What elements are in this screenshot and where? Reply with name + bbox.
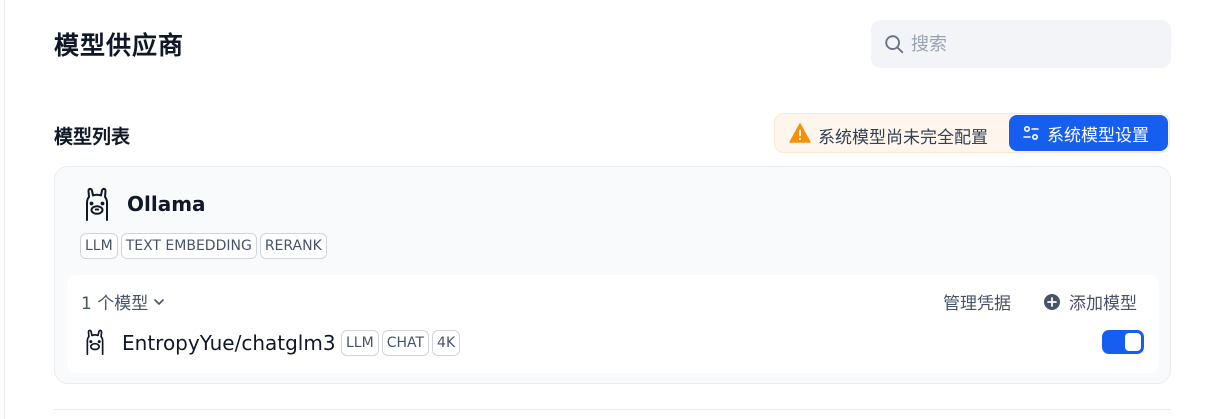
system-model-settings-button[interactable]: 系统模型设置 bbox=[1009, 115, 1168, 151]
section-divider bbox=[54, 409, 1171, 410]
plus-circle-icon bbox=[1044, 293, 1060, 310]
provider-tag-rerank: RERANK bbox=[259, 233, 327, 259]
provider-tag-text-embedding: TEXT EMBEDDING bbox=[120, 233, 257, 259]
model-tag-chat: CHAT bbox=[381, 330, 430, 356]
system-model-settings-label: 系统模型设置 bbox=[1047, 125, 1149, 146]
model-count-toggle[interactable]: 1 个模型 bbox=[81, 289, 166, 314]
model-provider-page: 模型供应商 模型列表 系统模型尚未完全配置 系统模型设置 bbox=[4, 0, 1221, 419]
warning-text: 系统模型尚未完全配置 bbox=[818, 128, 988, 148]
ollama-logo-icon bbox=[86, 187, 108, 221]
provider-tags: LLM TEXT EMBEDDING RERANK bbox=[80, 233, 327, 259]
ollama-model-icon bbox=[86, 329, 104, 356]
model-list-title: 模型列表 bbox=[54, 126, 131, 148]
provider-card-ollama: Ollama LLM TEXT EMBEDDING RERANK 1 个模型 管… bbox=[54, 166, 1171, 384]
manage-credentials-button[interactable]: 管理凭据 bbox=[943, 289, 1011, 314]
provider-models-panel: 1 个模型 管理凭据 添加模型 EntropyYue/chatglm3 LLM … bbox=[67, 275, 1159, 373]
add-model-button[interactable]: 添加模型 bbox=[1043, 289, 1137, 314]
model-tags: LLM CHAT 4K bbox=[341, 330, 461, 356]
provider-tag-llm: LLM bbox=[80, 233, 118, 259]
chevron-down-icon bbox=[154, 298, 165, 305]
search-icon bbox=[885, 35, 904, 54]
search-box[interactable] bbox=[871, 20, 1171, 68]
warning-icon bbox=[789, 123, 811, 143]
toggle-knob bbox=[1125, 333, 1141, 351]
model-enable-toggle[interactable] bbox=[1102, 330, 1144, 354]
page-title: 模型供应商 bbox=[54, 31, 185, 60]
search-input[interactable] bbox=[911, 33, 1151, 55]
model-name: EntropyYue/chatglm3 bbox=[122, 331, 336, 355]
model-count-label: 1 个模型 bbox=[81, 294, 149, 314]
model-tag-context: 4K bbox=[432, 330, 461, 356]
settings-sliders-icon bbox=[1023, 125, 1039, 141]
model-tag-llm: LLM bbox=[341, 330, 379, 356]
add-model-label: 添加模型 bbox=[1069, 294, 1137, 314]
provider-name: Ollama bbox=[127, 192, 206, 216]
